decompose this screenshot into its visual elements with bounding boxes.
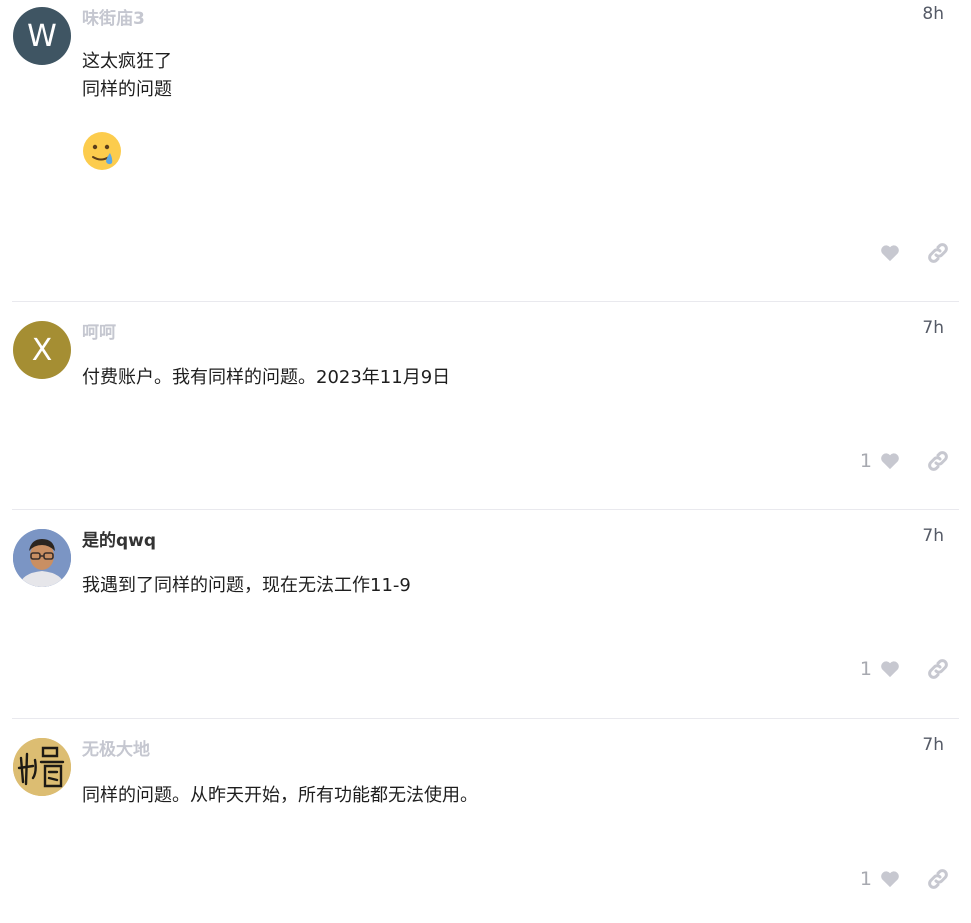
post-body: 付费账户。我有同样的问题。2023年11月9日 bbox=[82, 364, 450, 392]
heart-icon bbox=[881, 661, 899, 678]
share-link-button[interactable] bbox=[926, 241, 950, 265]
avatar[interactable] bbox=[13, 529, 71, 587]
avatar[interactable]: W bbox=[13, 7, 71, 65]
username[interactable]: 是的qwq bbox=[82, 526, 156, 551]
link-icon bbox=[928, 659, 948, 679]
username[interactable]: 味街庙3 bbox=[82, 4, 145, 29]
post-text-line: 付费账户。我有同样的问题。2023年11月9日 bbox=[82, 367, 451, 388]
heart-icon bbox=[881, 871, 899, 888]
post-divider bbox=[12, 718, 959, 719]
post-time[interactable]: 7h bbox=[922, 735, 944, 755]
link-icon bbox=[928, 869, 948, 889]
like-count[interactable]: 1 bbox=[860, 658, 872, 680]
like-button[interactable] bbox=[878, 449, 902, 473]
link-icon bbox=[928, 243, 948, 263]
username[interactable]: 无极大地 bbox=[82, 735, 150, 760]
post-body: 同样的问题。从昨天开始，所有功能都无法使用。 bbox=[82, 782, 478, 810]
heart-icon bbox=[881, 453, 899, 470]
like-count[interactable]: 1 bbox=[860, 450, 872, 472]
avatar[interactable]: X bbox=[13, 321, 71, 379]
post-time[interactable]: 7h bbox=[922, 526, 944, 546]
post-time[interactable]: 7h bbox=[922, 318, 944, 338]
post-text-line: 这太疯狂了 bbox=[82, 51, 172, 72]
post-actions bbox=[878, 238, 950, 268]
post-actions: 1 bbox=[860, 654, 950, 684]
like-count[interactable]: 1 bbox=[860, 868, 872, 890]
like-button[interactable] bbox=[878, 867, 902, 891]
post-divider bbox=[12, 301, 959, 302]
post-text-line: 同样的问题 bbox=[82, 79, 172, 100]
share-link-button[interactable] bbox=[926, 657, 950, 681]
heart-icon bbox=[881, 245, 899, 262]
post-time[interactable]: 8h bbox=[922, 4, 944, 24]
username[interactable]: 呵呵 bbox=[82, 318, 116, 343]
crying-face-icon bbox=[83, 132, 121, 170]
seal-avatar-icon bbox=[13, 738, 71, 796]
post-text-line: 我遇到了同样的问题，现在无法工作11-9 bbox=[82, 575, 411, 596]
post-actions: 1 bbox=[860, 864, 950, 894]
post-divider bbox=[12, 509, 959, 510]
avatar[interactable] bbox=[13, 738, 71, 796]
share-link-button[interactable] bbox=[926, 449, 950, 473]
post-text-line: 同样的问题。从昨天开始，所有功能都无法使用。 bbox=[82, 785, 478, 806]
share-link-button[interactable] bbox=[926, 867, 950, 891]
user-photo-icon bbox=[13, 529, 71, 587]
like-button[interactable] bbox=[878, 657, 902, 681]
post-body: 我遇到了同样的问题，现在无法工作11-9 bbox=[82, 572, 411, 600]
post-actions: 1 bbox=[860, 446, 950, 476]
link-icon bbox=[928, 451, 948, 471]
avatar-letter: X bbox=[31, 332, 53, 368]
avatar-letter: W bbox=[27, 18, 57, 54]
post-body: 这太疯狂了 同样的问题 bbox=[82, 48, 172, 104]
like-button[interactable] bbox=[878, 241, 902, 265]
